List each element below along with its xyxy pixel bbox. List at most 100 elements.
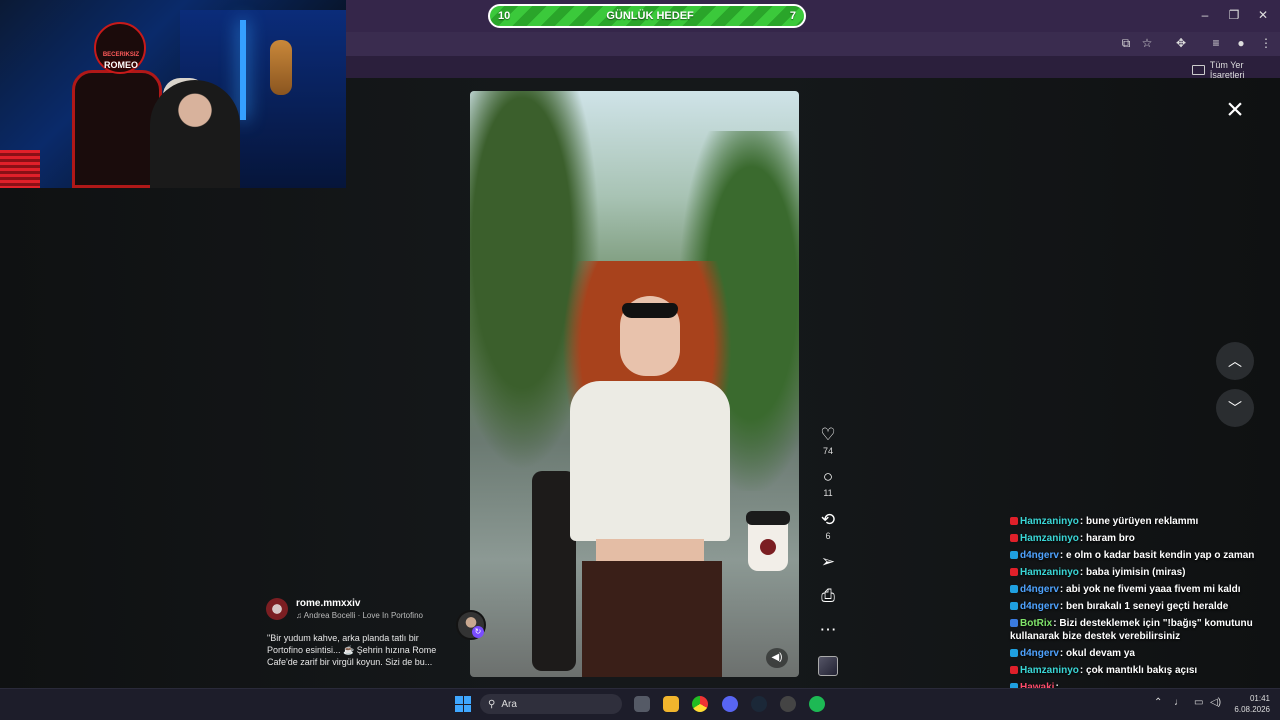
chat-text: : okul devam ya	[1059, 648, 1135, 659]
goal-left-value: 10	[498, 10, 511, 22]
streamer-webcam	[0, 0, 346, 188]
audio-track-label: Andrea Bocelli · Love In Portofino	[303, 611, 423, 620]
profile-avatar[interactable]: ●	[1232, 35, 1250, 51]
bookmark-icon: ⎙	[821, 586, 835, 605]
chat-message: Hamzaninyo: bune yürüyen reklammı	[1010, 515, 1272, 528]
send-icon: ➢	[820, 552, 836, 571]
like-count: 74	[822, 446, 833, 456]
search-icon: ⚲	[488, 698, 496, 710]
goal-right-value: 7	[789, 10, 796, 22]
webcam-streamer	[150, 80, 240, 188]
clock-time: 01:41	[1249, 694, 1270, 703]
chevron-down-icon[interactable]: ﹀	[1216, 389, 1254, 427]
webcam-gaming-chair	[72, 70, 162, 188]
speaker-icon[interactable]: ◀)	[766, 648, 788, 668]
chat-username[interactable]: BotRix	[1020, 618, 1052, 629]
chat-badge-icon	[1010, 585, 1018, 593]
chat-message: Hamzaninyo: çok mantıklı bakış açısı	[1010, 664, 1272, 677]
minimize-button[interactable]: –	[1194, 6, 1216, 24]
windows-start-icon[interactable]	[455, 696, 471, 712]
repost-icon: ⟲	[820, 510, 836, 529]
taskbar-search-placeholder: Ara	[501, 698, 517, 710]
chat-text: : baba iyimisin (miras)	[1079, 567, 1186, 578]
video-cup-logo	[760, 539, 776, 555]
all-bookmarks-folder[interactable]: Tüm Yer İşaretleri	[1192, 60, 1280, 80]
bookmarks-folder-label: Tüm Yer İşaretleri	[1209, 60, 1245, 80]
comment-bubble-icon: ○	[822, 467, 834, 486]
chat-message: d4ngerv: ben bırakalı 1 seneyi geçti her…	[1010, 600, 1272, 613]
close-window-button[interactable]: ✕	[1252, 6, 1274, 24]
webcam-guitar	[270, 40, 292, 95]
daily-goal-bar: 10 GÜNLÜK HEDEF 7	[488, 4, 806, 28]
spotify-icon[interactable]	[809, 696, 825, 712]
menu-icon[interactable]: ⋮	[1257, 35, 1275, 51]
steam-icon[interactable]	[751, 696, 767, 712]
author-avatar[interactable]	[266, 598, 288, 620]
video-woman-waist	[596, 539, 704, 563]
repost-count: 6	[825, 531, 831, 541]
chat-message: d4ngerv: e olm o kadar basit kendin yap …	[1010, 549, 1272, 562]
more-icon: ⋯	[819, 620, 837, 639]
goal-title: GÜNLÜK HEDEF	[606, 10, 694, 22]
chat-badge-icon	[1010, 619, 1018, 627]
taskbar-search[interactable]: ⚲ Ara	[480, 694, 622, 714]
chat-badge-icon	[1010, 551, 1018, 559]
like-button[interactable]: ♡ 74	[812, 425, 844, 456]
chat-badge-icon	[1010, 666, 1018, 674]
app-icon[interactable]	[780, 696, 796, 712]
channel-logo-name: ROMEO	[103, 60, 138, 70]
video-woman-pants	[582, 561, 722, 677]
webcam-red-light	[0, 150, 40, 188]
chat-message: d4ngerv: abi yok ne fivemi yaaa fivem mi…	[1010, 583, 1272, 596]
star-icon[interactable]: ☆	[1138, 35, 1156, 51]
file-explorer-icon[interactable]	[663, 696, 679, 712]
chat-username[interactable]: Hamzaninyo	[1020, 516, 1079, 527]
chat-username[interactable]: Hamzaninyo	[1020, 533, 1079, 544]
clock-date: 6.08.2026	[1234, 705, 1270, 714]
chrome-icon[interactable]	[692, 696, 708, 712]
share-button[interactable]: ➢	[812, 552, 844, 572]
chat-username[interactable]: d4ngerv	[1020, 584, 1059, 595]
chat-username[interactable]: Hamzaninyo	[1020, 665, 1079, 676]
save-button[interactable]: ⎙	[812, 586, 844, 606]
tray-chevron-icon[interactable]: ⌃	[1154, 697, 1162, 708]
cast-icon[interactable]: ⧉	[1117, 35, 1135, 51]
audio-track[interactable]: ♫ Andrea Bocelli · Love In Portofino	[296, 611, 423, 620]
chat-username[interactable]: d4ngerv	[1020, 601, 1059, 612]
microphone-icon[interactable]: ♩	[1174, 697, 1184, 708]
chat-badge-icon	[1010, 602, 1018, 610]
comment-button[interactable]: ○ 11	[812, 467, 844, 498]
reel-video[interactable]: ◀)	[470, 91, 799, 677]
chat-badge-icon	[1010, 534, 1018, 542]
chat-username[interactable]: Hamzaninyo	[1020, 567, 1079, 578]
chat-message: d4ngerv: okul devam ya	[1010, 647, 1272, 660]
chat-text: : bune yürüyen reklammı	[1079, 516, 1199, 527]
extensions-icon[interactable]: ✥	[1172, 35, 1190, 51]
chat-message: Hamzaninyo: baba iyimisin (miras)	[1010, 566, 1272, 579]
close-icon[interactable]: ×	[1222, 95, 1248, 125]
chat-text: : çok mantıklı bakış açısı	[1079, 665, 1198, 676]
chat-text: : haram bro	[1079, 533, 1135, 544]
network-icon[interactable]: ▭	[1194, 697, 1203, 708]
discord-icon[interactable]	[722, 696, 738, 712]
volume-icon[interactable]: ◁)	[1210, 697, 1221, 708]
chat-username[interactable]: d4ngerv	[1020, 648, 1059, 659]
chat-message: BotRix: Bizi desteklemek için "!bağış" k…	[1010, 617, 1272, 643]
chat-message: Hamzaninyo: haram bro	[1010, 532, 1272, 545]
post-caption[interactable]: "Bir yudum kahve, arka planda tatlı bir …	[267, 632, 453, 668]
task-view-icon[interactable]	[634, 696, 650, 712]
taskbar-clock[interactable]: 01:41 6.08.2026	[1226, 693, 1270, 715]
chat-username[interactable]: d4ngerv	[1020, 550, 1059, 561]
chevron-up-icon[interactable]: ︿	[1216, 342, 1254, 380]
comment-count: 11	[823, 488, 833, 498]
author-username[interactable]: rome.mmxxiv	[296, 598, 360, 609]
maximize-button[interactable]: ❐	[1223, 6, 1245, 24]
audio-thumbnail[interactable]	[818, 656, 838, 676]
media-icon[interactable]: ≡	[1207, 35, 1225, 51]
more-options-button[interactable]: ⋯	[812, 620, 844, 640]
stream-chat: Hamzaninyo: bune yürüyen reklammı Hamzani…	[1010, 515, 1272, 715]
webcam-led-light	[240, 20, 246, 120]
repost-button[interactable]: ⟲ 6	[812, 510, 844, 541]
video-cup-lid	[746, 511, 790, 525]
chat-text: : abi yok ne fivemi yaaa fivem mi kaldı	[1059, 584, 1241, 595]
